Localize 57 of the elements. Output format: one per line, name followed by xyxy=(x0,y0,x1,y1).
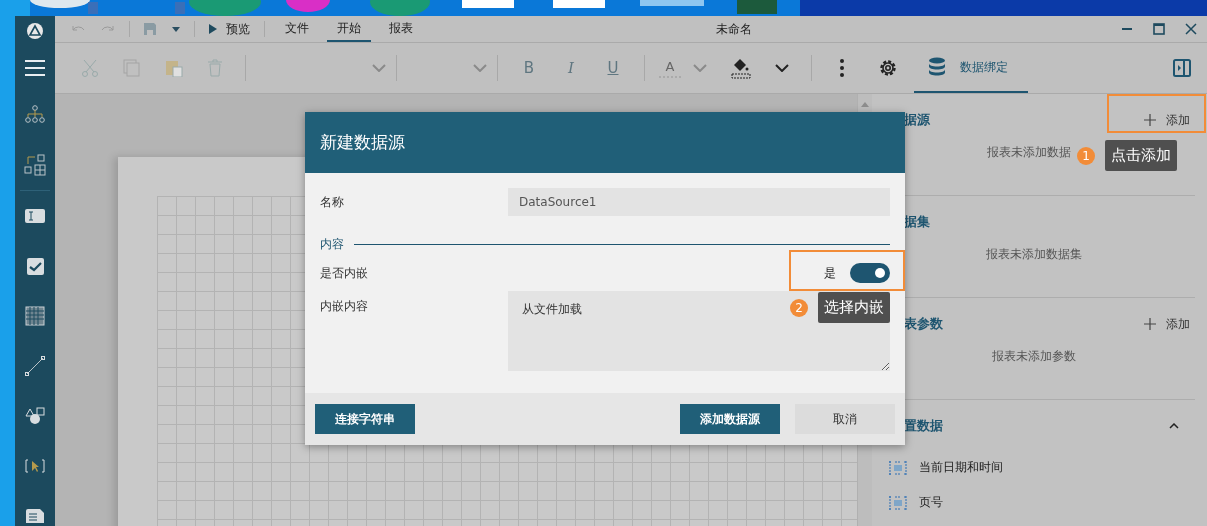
menu-tab[interactable]: 报表 xyxy=(379,16,423,42)
more-icon[interactable] xyxy=(840,59,844,77)
menu-tab[interactable]: 文件 xyxy=(275,16,319,42)
field-label: 是否内嵌 xyxy=(320,264,369,282)
select-icon[interactable] xyxy=(25,459,45,473)
section-title: 据集 xyxy=(904,213,931,231)
paint-bucket-icon[interactable] xyxy=(731,57,751,79)
settings-icon[interactable] xyxy=(878,58,898,78)
caret-icon[interactable] xyxy=(172,26,180,32)
field-label: 内嵌内容 xyxy=(320,298,369,315)
field-icon xyxy=(889,495,907,510)
callout-tooltip: 点击添加 xyxy=(1105,140,1177,171)
callout-tooltip: 选择内嵌 xyxy=(818,292,890,323)
menu-icon[interactable] xyxy=(24,59,46,77)
chevron-icon xyxy=(372,64,386,72)
field-label: 名称 xyxy=(320,193,345,211)
dialog-button[interactable]: 连接字符串 xyxy=(315,404,415,434)
logo-icon[interactable] xyxy=(25,21,45,41)
dialog-button[interactable]: 添加数据源 xyxy=(680,404,780,434)
plus-icon xyxy=(1144,114,1156,126)
menu-tab[interactable]: 开始 xyxy=(327,16,371,42)
document-icon[interactable] xyxy=(26,509,44,523)
dialog-button[interactable]: 取消 xyxy=(795,404,895,434)
field-item[interactable]: 页号 xyxy=(872,485,943,520)
add-button[interactable]: 添加 xyxy=(1144,111,1195,129)
empty-message: 报表未添加参数 xyxy=(991,348,1076,365)
dialog-title: 新建数据源 xyxy=(320,131,405,154)
add-grid-icon[interactable] xyxy=(24,154,46,176)
section-title: 据源 xyxy=(904,111,931,129)
section-label: 内容 xyxy=(320,236,344,253)
database-icon xyxy=(928,57,946,77)
toggle-state-label: 是 xyxy=(824,264,836,282)
window-title: 未命名 xyxy=(715,20,753,38)
checkbox-icon[interactable] xyxy=(26,257,44,275)
maximize-icon[interactable] xyxy=(1153,23,1165,35)
empty-message: 报表未添加数据 xyxy=(987,144,1071,161)
chevron-icon[interactable] xyxy=(775,64,789,72)
empty-message: 报表未添加数据集 xyxy=(985,246,1082,263)
panel-toggle-icon[interactable] xyxy=(1173,59,1191,77)
section-title: 置数据 xyxy=(904,417,944,435)
toggle-switch[interactable] xyxy=(850,263,890,283)
name-field[interactable]: DataSource1 xyxy=(508,188,890,216)
chevron-icon xyxy=(473,64,487,72)
plus-icon xyxy=(1144,318,1156,330)
field-icon xyxy=(889,460,907,475)
shapes-icon[interactable] xyxy=(25,407,45,425)
collapse-icon[interactable] xyxy=(1169,423,1179,429)
play-icon xyxy=(209,24,217,34)
line-icon[interactable] xyxy=(25,356,45,376)
textbox-icon[interactable] xyxy=(25,209,45,223)
section-title: 表参数 xyxy=(904,315,944,333)
add-button[interactable]: 添加 xyxy=(1144,315,1195,333)
table-icon[interactable] xyxy=(25,306,45,326)
hierarchy-icon[interactable] xyxy=(24,105,46,125)
field-item[interactable]: 当前日期和时间 xyxy=(872,450,1003,485)
close-icon[interactable] xyxy=(1185,23,1197,35)
preview-button[interactable]: 预览 xyxy=(201,20,258,38)
